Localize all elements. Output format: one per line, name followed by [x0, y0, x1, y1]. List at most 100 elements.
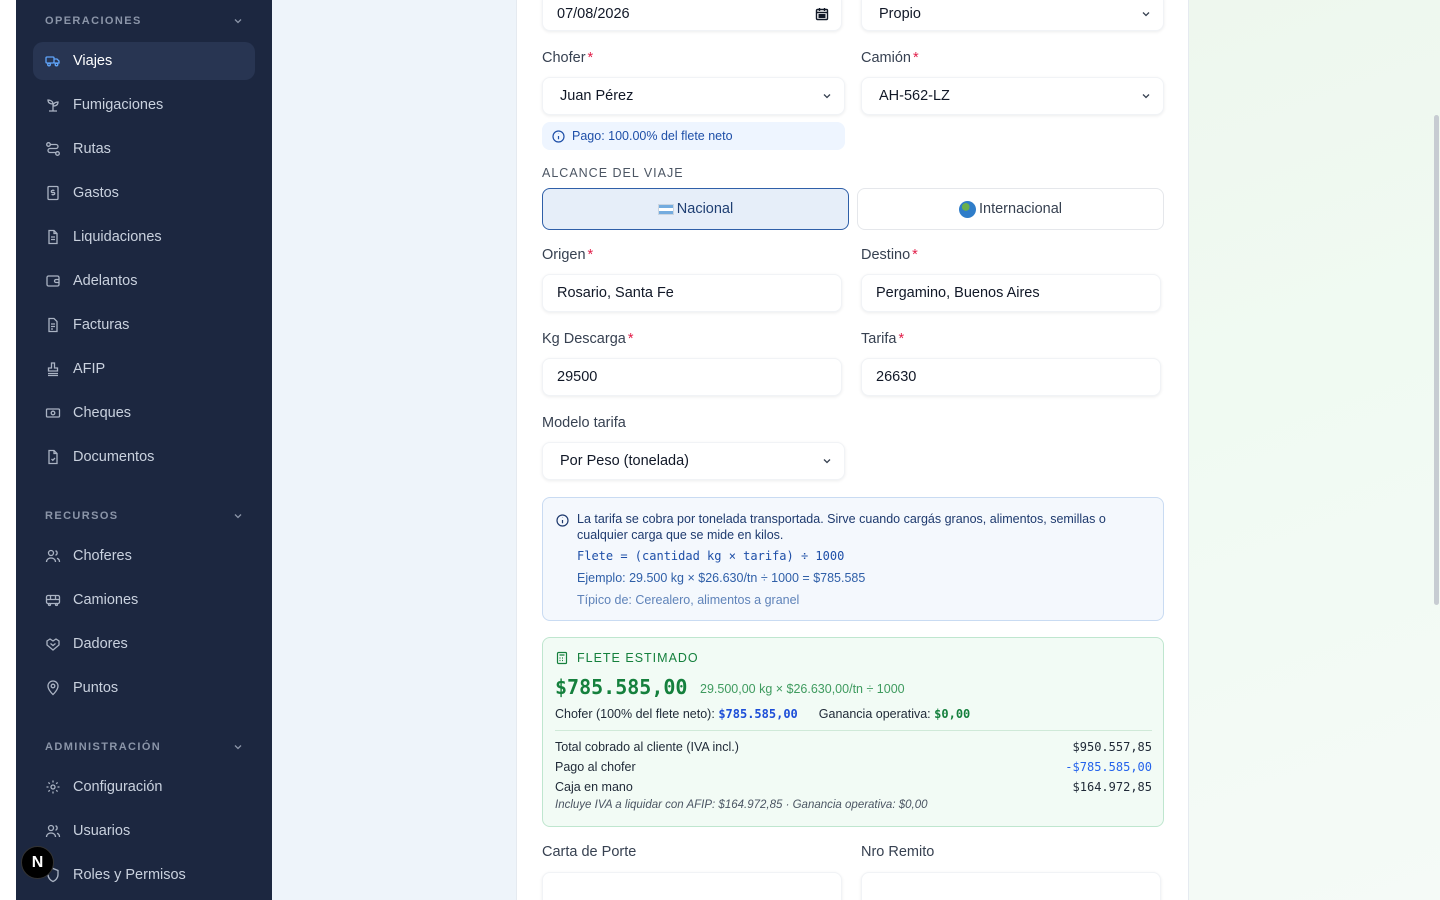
alcance-label: ALCANCE DEL VIAJE	[542, 166, 684, 180]
kg-label: Kg Descarga *	[542, 331, 633, 347]
sidebar-item-afip[interactable]: AFIP	[33, 350, 255, 388]
estimate-caption: FLETE ESTIMADO	[555, 651, 699, 665]
sidebar-item-cheques[interactable]: Cheques	[33, 394, 255, 432]
modelo-label: Modelo tarifa	[542, 415, 626, 431]
nro-remito-input[interactable]	[861, 872, 1161, 900]
sidebar-item-label: Gastos	[73, 185, 119, 201]
section-title: OPERACIONES	[45, 15, 142, 27]
section-title: ADMINISTRACIÓN	[45, 741, 162, 753]
chofer-label-text: Chofer	[542, 50, 586, 66]
page-scrollbar[interactable]	[1434, 115, 1439, 605]
section-operaciones[interactable]: OPERACIONES	[45, 11, 243, 31]
carta-porte-input[interactable]	[542, 872, 842, 900]
camion-value: AH-562-LZ	[879, 88, 950, 104]
sidebar-item-viajes[interactable]: Viajes	[33, 42, 255, 80]
estimate-amount: $785.585,00	[555, 675, 688, 699]
sidebar-item-camiones[interactable]: Camiones	[33, 581, 255, 619]
estimate-formula: 29.500,00 kg × $26.630,00/tn ÷ 1000	[700, 682, 905, 696]
sidebar-item-usuarios[interactable]: Usuarios	[33, 812, 255, 850]
tarifa-info-box: La tarifa se cobra por tonelada transpor…	[542, 497, 1164, 621]
summary-row-label: Total cobrado al cliente (IVA incl.)	[555, 740, 739, 754]
summary-row-value: $164.972,85	[1072, 780, 1152, 794]
tarifa-label: Tarifa *	[861, 331, 904, 347]
info-icon	[556, 514, 569, 527]
summary-row: Total cobrado al cliente (IVA incl.) $95…	[555, 740, 1152, 754]
chevron-down-icon	[823, 459, 831, 464]
required-mark: *	[627, 331, 634, 347]
nacional-label: Nacional	[676, 201, 734, 217]
info-formula: Flete = (cantidad kg × tarifa) ÷ 1000	[577, 549, 845, 563]
sidebar-item-liquidaciones[interactable]: Liquidaciones	[33, 218, 255, 256]
tarifa-input[interactable]: 26630	[861, 358, 1161, 396]
estimate-footnote: Incluye IVA a liquidar con AFIP: $164.97…	[555, 799, 928, 811]
sidebar-item-label: Choferes	[73, 548, 132, 564]
right-backdrop	[1189, 0, 1440, 900]
chofer-select[interactable]: Juan Pérez	[542, 77, 845, 115]
summary-row-label: Pago al chofer	[555, 760, 636, 774]
required-mark: *	[912, 50, 919, 66]
sidebar-item-label: Rutas	[73, 141, 111, 157]
receipt-icon	[47, 185, 59, 201]
summary-row-value: $950.557,85	[1072, 740, 1152, 754]
sidebar-item-label: Dadores	[73, 636, 128, 652]
sidebar-item-choferes[interactable]: Choferes	[33, 537, 255, 575]
section-recursos[interactable]: RECURSOS	[45, 506, 243, 526]
origen-input[interactable]: Rosario, Santa Fe	[542, 274, 842, 312]
sidebar-item-label: Camiones	[73, 592, 139, 608]
sidebar-item-dadores[interactable]: Dadores	[33, 625, 255, 663]
summary-row-value: -$785.585,00	[1065, 760, 1152, 774]
required-mark: *	[898, 331, 905, 347]
globe-icon	[958, 200, 976, 218]
sidebar-item-roles-permisos[interactable]: Roles y Permisos	[33, 856, 255, 894]
destino-input[interactable]: Pergamino, Buenos Aires	[861, 274, 1161, 312]
carta-porte-label: Carta de Porte	[542, 844, 637, 860]
required-mark: *	[912, 247, 918, 263]
sprout-icon	[47, 99, 59, 112]
destino-label: Destino *	[861, 247, 918, 263]
chofer-value: Juan Pérez	[560, 88, 634, 104]
sidebar-item-adelantos[interactable]: Adelantos	[33, 262, 255, 300]
section-administracion[interactable]: ADMINISTRACIÓN	[45, 737, 243, 757]
origen-label-text: Origen	[542, 247, 586, 263]
sidebar-item-label: Usuarios	[73, 823, 131, 839]
sidebar-item-label: Cheques	[73, 405, 132, 421]
required-mark: *	[587, 50, 594, 66]
nacional-option[interactable]: Nacional	[542, 188, 849, 230]
flete-estimado-box: FLETE ESTIMADO $785.585,00 29.500,00 kg …	[542, 637, 1164, 827]
kg-input[interactable]: 29500	[542, 358, 842, 396]
modelo-select[interactable]: Por Peso (tonelada)	[542, 442, 845, 480]
sidebar-item-puntos[interactable]: Puntos	[33, 669, 255, 707]
left-backdrop	[272, 0, 516, 900]
section-title: RECURSOS	[45, 510, 119, 522]
file-icon	[48, 449, 58, 465]
destino-value: Pergamino, Buenos Aires	[876, 285, 1040, 301]
sidebar-item-gastos[interactable]: Gastos	[33, 174, 255, 212]
required-mark: *	[587, 247, 594, 263]
chevron-down-icon	[1142, 12, 1150, 17]
calendar-icon[interactable]	[815, 7, 829, 21]
invoice-icon	[48, 317, 58, 333]
dev-badge[interactable]: N	[21, 846, 54, 879]
ownership-select[interactable]: Propio	[861, 0, 1164, 31]
internacional-option[interactable]: Internacional	[857, 188, 1164, 230]
sidebar-item-label: Roles y Permisos	[73, 867, 186, 883]
sidebar-item-rutas[interactable]: Rutas	[33, 130, 255, 168]
info-text: La tarifa se cobra por tonelada transpor…	[577, 512, 1106, 542]
stamp-icon	[47, 362, 59, 377]
camion-select[interactable]: AH-562-LZ	[861, 77, 1164, 115]
sidebar-item-label: Adelantos	[73, 273, 138, 289]
sidebar-item-fumigaciones[interactable]: Fumigaciones	[33, 86, 255, 124]
date-input[interactable]: 07/08/2026	[542, 0, 842, 31]
sidebar-item-configuracion[interactable]: Configuración	[33, 768, 255, 806]
chofer-share-label: Chofer (100% del flete neto):	[555, 707, 715, 721]
summary-row: Caja en mano $164.972,85	[555, 780, 1152, 794]
sidebar-item-documentos[interactable]: Documentos	[33, 438, 255, 476]
users-icon	[45, 824, 61, 838]
sidebar-item-facturas[interactable]: Facturas	[33, 306, 255, 344]
ganancia-amount: $0,00	[934, 707, 971, 721]
kg-label-text: Kg Descarga	[542, 331, 626, 347]
info-example: Ejemplo: 29.500 kg × $26.630/tn ÷ 1000 =…	[577, 571, 866, 585]
sidebar: OPERACIONES Viajes Fumigaciones Rutas Ga…	[16, 0, 272, 900]
banknote-icon	[45, 408, 61, 418]
camion-label-text: Camión	[861, 50, 911, 66]
